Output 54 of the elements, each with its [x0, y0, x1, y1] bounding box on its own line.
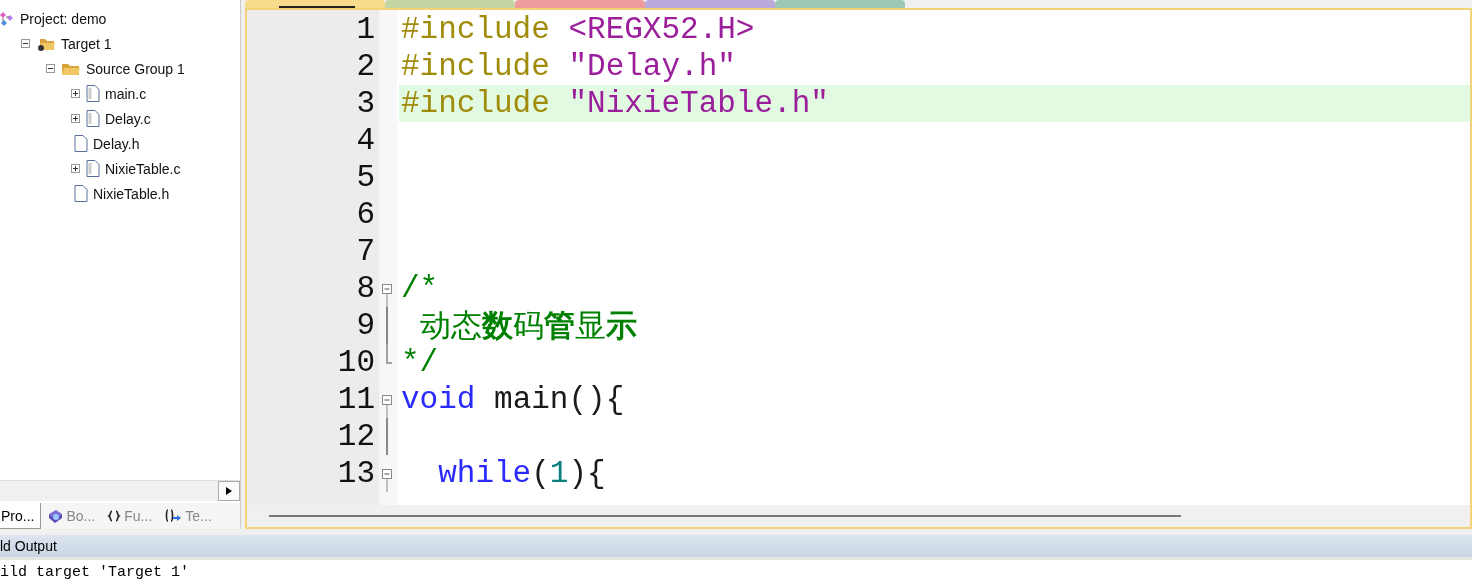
line-number: 13: [336, 456, 375, 491]
line-number: 11: [336, 382, 375, 417]
tree-item[interactable]: Delay.c: [103, 110, 153, 127]
tree-item[interactable]: Source Group 1: [84, 60, 187, 77]
code-line: while(1){: [437, 456, 606, 491]
code-line: /*: [400, 271, 439, 306]
line-number: 10: [336, 345, 375, 380]
horizontal-scrollbar[interactable]: [247, 505, 1470, 528]
file-icon: [86, 110, 100, 127]
line-number: 6: [355, 197, 375, 232]
expand-toggle[interactable]: [71, 164, 80, 173]
file-icon: [86, 160, 100, 177]
line-number: 2: [355, 49, 375, 84]
code-line: void main(){: [400, 382, 625, 417]
line-number: 7: [355, 234, 375, 269]
line-number: 12: [336, 419, 375, 454]
file-icon: [74, 135, 88, 152]
collapse-toggle[interactable]: [21, 39, 30, 48]
line-number: 4: [355, 123, 375, 158]
expand-toggle[interactable]: [71, 114, 80, 123]
triangle-right-icon: [226, 487, 232, 496]
collapse-toggle[interactable]: [46, 64, 55, 73]
tree-item[interactable]: NixieTable.h: [91, 185, 172, 202]
braces-arrow-icon: [164, 509, 183, 524]
braces-icon: [107, 509, 122, 524]
scroll-right-button[interactable]: [218, 481, 240, 502]
fold-toggle-icon[interactable]: [382, 469, 392, 492]
tree-item[interactable]: main.c: [103, 85, 149, 102]
tree-item[interactable]: Target 1: [59, 35, 114, 52]
tree-item[interactable]: Project: demo: [18, 10, 109, 27]
fold-toggle-icon[interactable]: [382, 284, 392, 307]
code-line: #include "Delay.h": [400, 49, 736, 84]
code-line: #include <REGX52.H>: [400, 12, 755, 47]
code-line: 动态数码管显示: [418, 308, 637, 347]
expand-toggle[interactable]: [71, 89, 80, 98]
fold-toggle-icon[interactable]: [382, 395, 392, 418]
panel-tab[interactable]: Pro...: [0, 503, 42, 530]
panel-title: ld Output: [0, 538, 57, 554]
file-icon: [74, 185, 88, 202]
tree-item[interactable]: Delay.h: [91, 135, 142, 152]
line-number: 5: [355, 160, 375, 195]
line-number: 3: [355, 86, 375, 121]
line-number: 1: [355, 12, 375, 47]
output-line: ild target 'Target 1': [0, 564, 191, 581]
line-number: 8: [355, 271, 375, 306]
editor-tab[interactable]: [245, 0, 385, 8]
file-icon: [86, 85, 100, 102]
code-line: #include "NixieTable.h": [400, 86, 829, 121]
diamonds-icon: [0, 10, 15, 27]
book-icon: [47, 508, 64, 525]
code-line: */: [400, 345, 439, 380]
horizontal-scrollbar[interactable]: [0, 480, 240, 502]
line-number: 9: [355, 308, 375, 343]
tree-item[interactable]: NixieTable.c: [103, 160, 183, 177]
